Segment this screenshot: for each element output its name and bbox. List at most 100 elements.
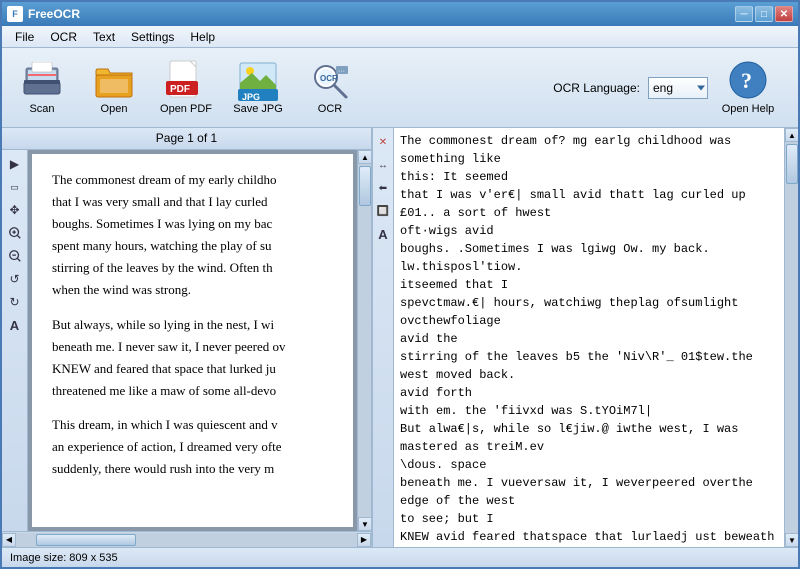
close-button[interactable]: ✕	[775, 6, 793, 22]
ocr-language-select[interactable]: eng	[648, 77, 708, 99]
tool-move[interactable]: ✥	[5, 200, 25, 220]
text-line: The commonest dream of? mg earlg childho…	[400, 132, 778, 168]
hscroll-left-button[interactable]: ◀	[2, 533, 16, 547]
open-pdf-label: Open PDF	[160, 103, 212, 115]
open-button[interactable]: Open	[82, 54, 146, 122]
text-line: oft·wigs avid	[400, 222, 778, 240]
text-scrollbar-track[interactable]	[785, 142, 798, 533]
minimize-button[interactable]: ─	[735, 6, 753, 22]
svg-text:?: ?	[741, 68, 752, 93]
text-line: spevctmaw.€| hours, watchiwg theplag ofs…	[400, 294, 778, 330]
tool-zoom-out[interactable]	[5, 246, 25, 266]
text-line: \dous. space	[400, 456, 778, 474]
svg-text:PDF: PDF	[170, 84, 190, 95]
image-text-para3: This dream, in which I was quiescent and…	[52, 414, 333, 480]
image-panel-body: ▶ ▭ ✥	[2, 150, 371, 531]
ocr-language-area: OCR Language: eng ? Open Help	[553, 60, 790, 115]
tool-select[interactable]: ▭	[5, 177, 25, 197]
ocr-label: OCR	[318, 103, 342, 115]
tool-zoom-in[interactable]	[5, 223, 25, 243]
panel-icon-5[interactable]: A	[373, 224, 393, 244]
scrollbar-down-button[interactable]: ▼	[358, 517, 371, 531]
tool-arrow[interactable]: ▶	[5, 154, 25, 174]
status-text: Image size: 809 x 535	[10, 552, 118, 564]
image-text-para2: But always, while so lying in the nest, …	[52, 314, 333, 402]
hscroll-track[interactable]	[16, 533, 357, 547]
svg-text:JPG: JPG	[242, 92, 260, 101]
text-line: with em. the 'fiivxd was S.tYOiM7l|	[400, 402, 778, 420]
open-label: Open	[101, 103, 128, 115]
text-scrollbar-thumb[interactable]	[786, 144, 798, 184]
help-icon: ?	[728, 60, 768, 100]
image-content: The commonest dream of my early childho …	[32, 154, 353, 527]
hscroll-right-button[interactable]: ▶	[357, 533, 371, 547]
text-line: that I was v'er€| small avid thatt lag c…	[400, 186, 778, 222]
panel-icon-4[interactable]: 🔲	[373, 201, 393, 221]
right-icon-bar: ✕ ↔ ⬅ 🔲 A	[372, 128, 394, 547]
hscroll-thumb[interactable]	[36, 534, 136, 546]
statusbar: Image size: 809 x 535	[2, 547, 798, 567]
scrollbar-track[interactable]	[358, 164, 371, 517]
text-scrollbar-down[interactable]: ▼	[785, 533, 798, 547]
image-panel-header: Page 1 of 1	[2, 128, 371, 150]
app-icon: F	[7, 6, 23, 22]
menu-help[interactable]: Help	[182, 28, 223, 46]
tool-rotate-right[interactable]: ↻	[5, 292, 25, 312]
help-button[interactable]: ? Open Help	[716, 60, 780, 115]
ocr-text-content[interactable]: The commonest dream of? mg earlg childho…	[394, 128, 784, 547]
ocr-button[interactable]: OCR ··· OCR	[298, 54, 362, 122]
scrollbar-thumb[interactable]	[359, 166, 371, 206]
save-jpg-icon: JPG	[238, 60, 278, 100]
maximize-button[interactable]: □	[755, 6, 773, 22]
toolbar: Scan Open PDF Open PDF	[2, 48, 798, 128]
open-icon	[94, 60, 134, 100]
text-line: this: It seemed	[400, 168, 778, 186]
panel-icon-3[interactable]: ⬅	[373, 178, 393, 198]
titlebar: F FreeOCR ─ □ ✕	[2, 2, 798, 26]
help-label: Open Help	[722, 103, 775, 115]
text-line: to see; but I	[400, 510, 778, 528]
save-jpg-button[interactable]: JPG Save JPG	[226, 54, 290, 122]
menu-settings[interactable]: Settings	[123, 28, 182, 46]
panel-icon-2[interactable]: ↔	[373, 155, 393, 175]
scan-label: Scan	[29, 103, 54, 115]
menu-file[interactable]: File	[7, 28, 42, 46]
tool-sidebar: ▶ ▭ ✥	[2, 150, 28, 531]
text-line: beneath me. I vueversaw it, I weverpeere…	[400, 474, 778, 510]
image-panel: Page 1 of 1 ▶ ▭ ✥	[2, 128, 372, 547]
text-line: avid the	[400, 330, 778, 348]
image-scrollbar[interactable]: ▲ ▼	[357, 150, 371, 531]
scan-button[interactable]: Scan	[10, 54, 74, 122]
menu-ocr[interactable]: OCR	[42, 28, 85, 46]
text-line: boughs. .Sometimes I was lgiwg Ow. my ba…	[400, 240, 778, 276]
text-line: itseemed that I	[400, 276, 778, 294]
image-bottom-scrollbar[interactable]: ◀ ▶	[2, 531, 371, 547]
svg-text:OCR: OCR	[320, 74, 338, 83]
ocr-language-label: OCR Language:	[553, 81, 640, 95]
save-jpg-label: Save JPG	[233, 103, 283, 115]
app-title: FreeOCR	[28, 7, 80, 21]
scan-icon	[22, 60, 62, 100]
ocr-icon: OCR ···	[310, 60, 350, 100]
titlebar-title-area: F FreeOCR	[7, 6, 80, 22]
scrollbar-up-button[interactable]: ▲	[358, 150, 371, 164]
text-scrollbar-up[interactable]: ▲	[785, 128, 798, 142]
window-controls: ─ □ ✕	[735, 6, 793, 22]
text-scrollbar[interactable]: ▲ ▼	[784, 128, 798, 547]
panel-icon-1[interactable]: ✕	[373, 132, 393, 152]
open-pdf-button[interactable]: PDF Open PDF	[154, 54, 218, 122]
text-line: KNEW avid feared thatspace that lurlaedj…	[400, 528, 778, 547]
tool-text[interactable]: A	[5, 315, 25, 335]
ocr-language-select-wrapper[interactable]: eng	[648, 77, 708, 99]
text-line: avid forth	[400, 384, 778, 402]
menu-text[interactable]: Text	[85, 28, 123, 46]
text-line: stirring of the leaves b5 the 'Niv\R'_ 0…	[400, 348, 778, 384]
menubar: File OCR Text Settings Help	[2, 26, 798, 48]
svg-text:···: ···	[338, 68, 345, 75]
text-line: But alwa€|s, while so l€jiw.@ iwthe west…	[400, 420, 778, 456]
tool-rotate-left[interactable]: ↺	[5, 269, 25, 289]
open-pdf-icon: PDF	[166, 60, 206, 100]
image-viewport[interactable]: The commonest dream of my early childho …	[28, 150, 357, 531]
text-panel: The commonest dream of? mg earlg childho…	[394, 128, 798, 547]
image-text-para1: The commonest dream of my early childho …	[52, 169, 333, 302]
